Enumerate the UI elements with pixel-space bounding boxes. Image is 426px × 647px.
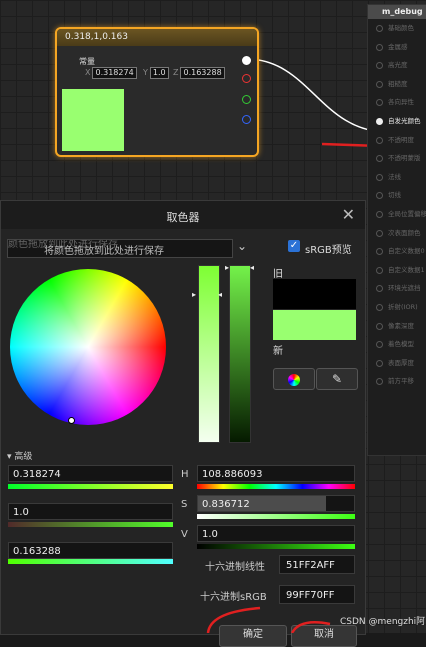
- annotation-marks: [206, 606, 331, 633]
- watermark-text: CSDN @mengzhi阿: [340, 617, 426, 627]
